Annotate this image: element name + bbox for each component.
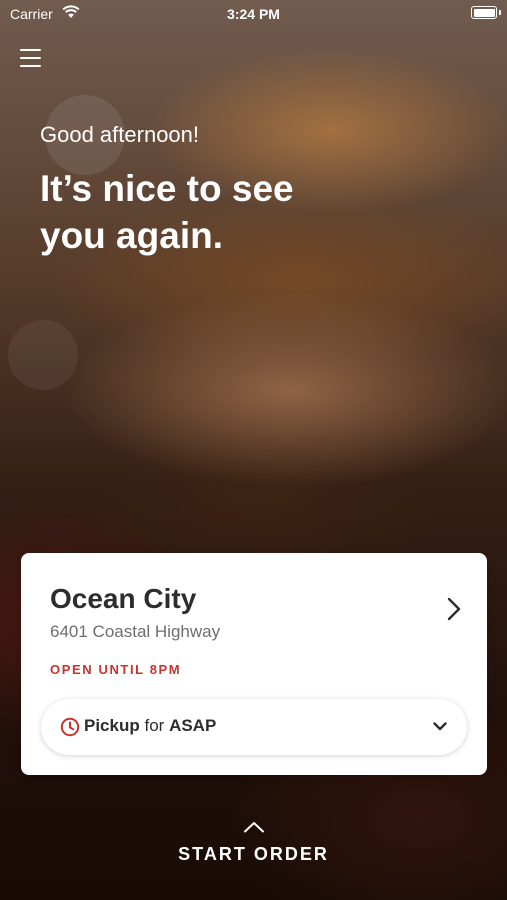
start-order-button[interactable]: START ORDER: [0, 820, 507, 865]
pickup-mode: Pickup: [84, 716, 140, 735]
battery-tip: [499, 10, 501, 15]
chevron-down-icon: [433, 722, 447, 731]
welcome-headline: It’s nice to see you again.: [40, 168, 294, 256]
pickup-time-selector[interactable]: Pickup for ASAP: [41, 699, 467, 755]
hamburger-menu-icon[interactable]: [20, 49, 41, 67]
chevron-up-icon: [243, 822, 264, 833]
location-card: Ocean City 6401 Coastal Highway OPEN UNT…: [21, 553, 487, 775]
open-status: OPEN UNTIL 8PM: [50, 662, 182, 677]
clock-icon: [60, 717, 80, 737]
start-order-label: START ORDER: [178, 844, 329, 864]
status-bar: Carrier 3:24 PM: [0, 0, 507, 28]
status-time: 3:24 PM: [227, 6, 280, 22]
location-address: 6401 Coastal Highway: [50, 622, 221, 641]
chevron-right-icon[interactable]: [447, 597, 461, 621]
pickup-label: Pickup for ASAP: [84, 716, 216, 736]
pickup-time: ASAP: [169, 716, 217, 735]
pickup-connector: for: [144, 716, 165, 735]
greeting-text: Good afternoon!: [40, 122, 200, 147]
location-name: Ocean City: [50, 583, 197, 614]
battery-icon: [471, 6, 497, 19]
